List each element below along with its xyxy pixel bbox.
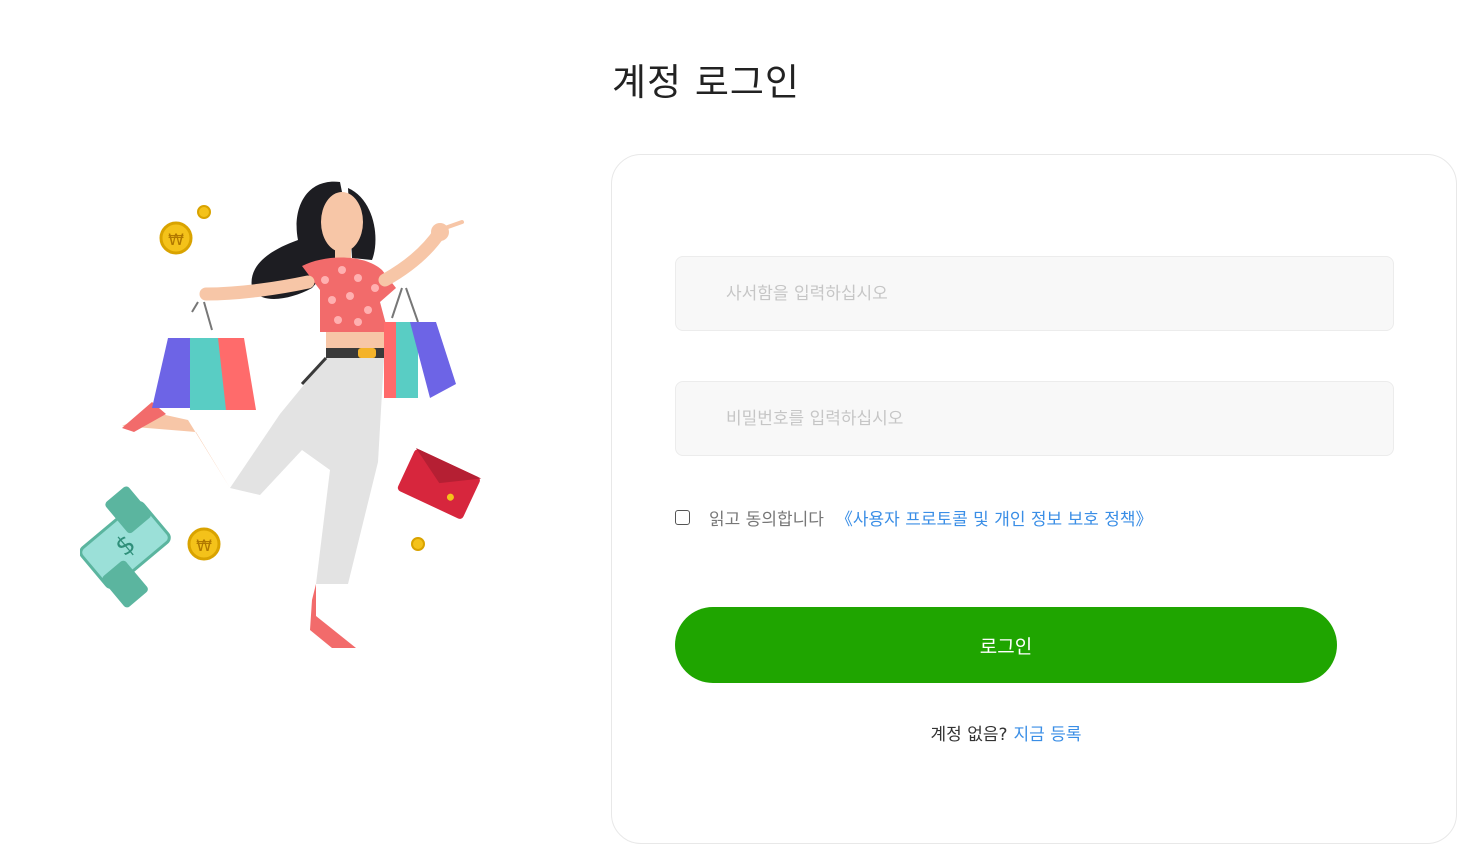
no-account-label: 계정 없음? <box>930 725 1008 745</box>
shopping-bag-icon <box>384 287 456 398</box>
agreement-row: 읽고 동의합니다 《사용자 프로토콜 및 개인 정보 보호 정책》 <box>675 505 1153 530</box>
coin-icon <box>411 537 425 551</box>
svg-text:₩: ₩ <box>168 230 184 249</box>
coin-icon <box>197 205 211 219</box>
wallet-icon <box>397 448 482 519</box>
login-page: 계정 로그인 ₩ ₩ $ 사서함을 입력하십시오 읽고 동의합니다 《사용자 프… <box>0 0 1484 865</box>
policy-link[interactable]: 《사용자 프로토콜 및 개인 정보 보호 정책》 <box>836 505 1153 530</box>
agree-checkbox[interactable] <box>675 510 690 525</box>
coin-icon: ₩ <box>187 527 221 561</box>
login-button[interactable]: 로그인 <box>675 607 1337 683</box>
coin-icon: ₩ <box>159 221 193 255</box>
page-title: 계정 로그인 <box>612 61 800 104</box>
register-row: 계정 없음? 지금 등록 <box>612 720 1400 745</box>
login-card: 읽고 동의합니다 《사용자 프로토콜 및 개인 정보 보호 정책》 로그인 계정… <box>611 154 1457 844</box>
register-link[interactable]: 지금 등록 <box>1014 725 1082 745</box>
shopping-woman-illustration: ₩ ₩ $ <box>80 181 482 648</box>
password-input[interactable] <box>675 381 1394 456</box>
agree-label: 읽고 동의합니다 <box>709 510 824 530</box>
svg-text:₩: ₩ <box>196 536 212 555</box>
money-icon: $ <box>80 486 171 608</box>
shopping-bag-icon <box>152 301 256 410</box>
email-input[interactable] <box>675 256 1394 331</box>
